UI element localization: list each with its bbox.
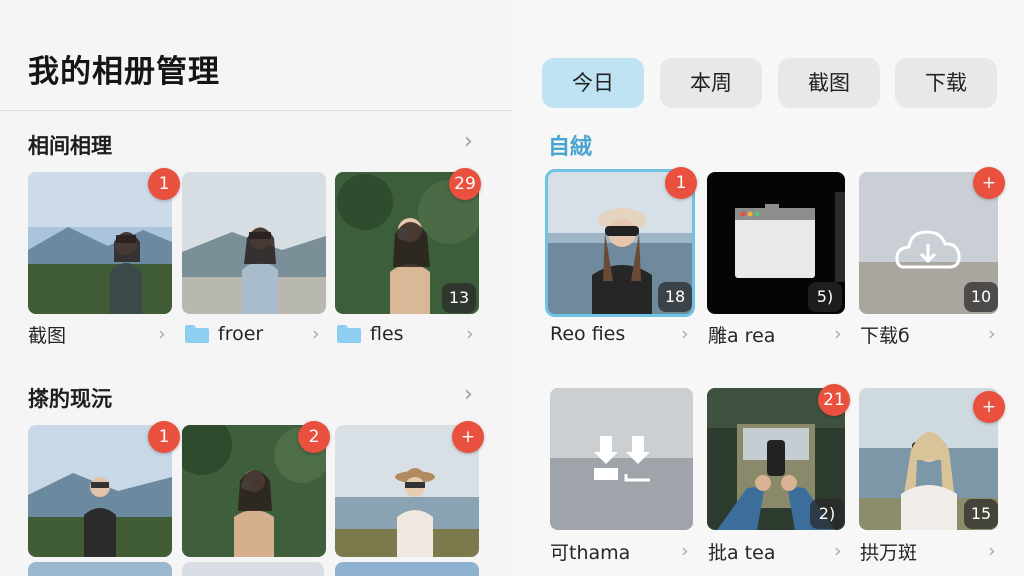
album-label: Reo fies [550, 323, 626, 345]
chevron-right-icon[interactable]: › [988, 324, 996, 344]
album-badge: 1 [665, 167, 697, 199]
album-thumbnail-partial[interactable] [182, 562, 324, 576]
album-label-row: fles [336, 322, 404, 346]
album-label: 下载б [860, 324, 910, 347]
tab-this-week[interactable]: 本周 [660, 58, 762, 108]
album-label: 拱万斑 [860, 541, 918, 564]
chevron-right-icon[interactable]: › [466, 324, 474, 344]
header-divider [0, 110, 512, 111]
chevron-right-icon[interactable]: › [988, 541, 996, 561]
folder-icon [337, 325, 361, 343]
page-title: 我的相册管理 [28, 54, 220, 90]
album-label: froer [218, 323, 264, 345]
left-panel: 我的相册管理 相间相理 › 1 截图 › froer › 29 13 fles … [0, 0, 512, 576]
album-count: 2) [810, 499, 844, 529]
tab-screenshots[interactable]: 截图 [778, 58, 880, 108]
album-badge: 21 [818, 384, 850, 416]
album-label: 批a tea [708, 541, 776, 564]
album-label: fles [370, 323, 404, 345]
chevron-right-icon[interactable]: › [464, 384, 484, 406]
album-count: 10 [964, 282, 998, 312]
album-badge: 1 [148, 421, 180, 453]
album-label: 雕a rea [708, 324, 776, 347]
chevron-right-icon[interactable]: › [834, 324, 842, 344]
album-label: 截图 [28, 324, 67, 347]
album-thumbnail[interactable] [182, 172, 326, 314]
album-manager-screen: 我的相册管理 相间相理 › 1 截图 › froer › 29 13 fles … [0, 0, 1024, 576]
album-badge: 29 [449, 168, 481, 200]
album-badge[interactable]: + [973, 167, 1005, 199]
album-badge: 2 [298, 421, 330, 453]
section-title: 相间相理 [28, 134, 112, 158]
album-label-row: froer [184, 322, 263, 346]
tab-downloads[interactable]: 下载 [895, 58, 997, 108]
chevron-right-icon[interactable]: › [312, 324, 320, 344]
tab-today[interactable]: 今日 [542, 58, 644, 108]
album-count: 5) [808, 282, 842, 312]
album-badge[interactable]: + [973, 391, 1005, 423]
section-title: 搽肑现沅 [28, 387, 112, 411]
album-badge: 1 [148, 168, 180, 200]
album-label: 可thama [550, 541, 631, 564]
chevron-right-icon[interactable]: › [681, 541, 689, 561]
chevron-right-icon[interactable]: › [834, 541, 842, 561]
album-badge[interactable]: + [452, 421, 484, 453]
album-thumbnail-partial[interactable] [28, 562, 172, 576]
chevron-right-icon[interactable]: › [681, 324, 689, 344]
album-thumbnail-partial[interactable] [335, 562, 479, 576]
folder-icon [185, 325, 209, 343]
section-title: 自絨 [548, 135, 593, 160]
album-thumbnail[interactable] [550, 388, 693, 530]
album-count: 18 [658, 282, 692, 312]
chevron-right-icon[interactable]: › [158, 324, 166, 344]
album-count: 15 [964, 499, 998, 529]
chevron-right-icon[interactable]: › [464, 131, 484, 153]
album-count: 13 [442, 283, 476, 313]
